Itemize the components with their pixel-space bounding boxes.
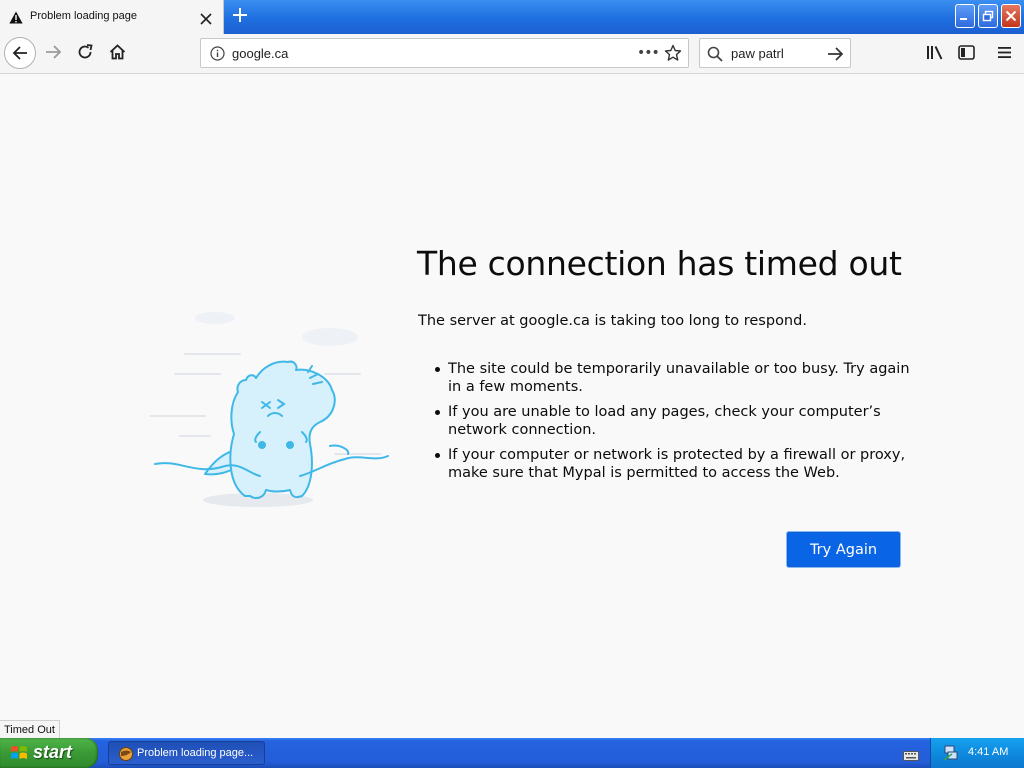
sidebar-toggle-icon[interactable] bbox=[958, 45, 975, 64]
url-text[interactable]: google.ca bbox=[232, 46, 288, 61]
start-label: start bbox=[33, 742, 73, 762]
browser-app-icon bbox=[118, 746, 134, 766]
info-icon[interactable] bbox=[210, 46, 225, 65]
bookmark-star-icon[interactable] bbox=[664, 44, 682, 66]
keyboard-icon[interactable] bbox=[903, 747, 919, 766]
start-button[interactable]: start bbox=[0, 738, 98, 768]
hamburger-menu-icon[interactable] bbox=[997, 45, 1012, 64]
minimize-button[interactable] bbox=[955, 4, 975, 28]
search-icon[interactable] bbox=[707, 46, 723, 66]
error-description: The server at google.ca is taking too lo… bbox=[418, 313, 807, 329]
taskbar-item-label: Problem loading page... bbox=[137, 747, 254, 759]
url-bar[interactable]: google.ca ••• bbox=[200, 38, 689, 68]
error-suggestions-list: The site could be temporarily unavailabl… bbox=[435, 360, 918, 489]
warning-icon bbox=[9, 9, 23, 28]
list-item: The site could be temporarily unavailabl… bbox=[435, 360, 918, 396]
close-window-button[interactable] bbox=[1001, 4, 1021, 28]
nav-toolbar: google.ca ••• paw patrl bbox=[0, 34, 1024, 74]
restore-button[interactable] bbox=[978, 4, 998, 28]
close-tab-icon[interactable] bbox=[200, 10, 212, 29]
page-actions-icon[interactable]: ••• bbox=[637, 45, 660, 61]
taskbar-item-browser[interactable]: Problem loading page... bbox=[108, 741, 265, 765]
error-title: The connection has timed out bbox=[417, 244, 902, 283]
search-query-text[interactable]: paw patrl bbox=[731, 46, 784, 61]
taskbar: start Problem loading page... 4:41 AM bbox=[0, 738, 1024, 768]
tab-title: Problem loading page bbox=[30, 10, 138, 22]
forward-icon[interactable] bbox=[45, 44, 62, 64]
list-item: If your computer or network is protected… bbox=[435, 446, 918, 482]
clock: 4:41 AM bbox=[968, 746, 1009, 758]
reload-icon[interactable] bbox=[77, 44, 93, 64]
search-bar[interactable]: paw patrl bbox=[699, 38, 851, 68]
new-tab-plus-icon[interactable] bbox=[232, 7, 248, 27]
back-button[interactable] bbox=[4, 37, 36, 69]
page-content: The connection has timed out The server … bbox=[0, 74, 1024, 720]
dinosaur-illustration bbox=[150, 312, 389, 507]
try-again-button[interactable]: Try Again bbox=[787, 532, 900, 567]
list-item: If you are unable to load any pages, che… bbox=[435, 403, 918, 439]
windows-flag-icon bbox=[10, 744, 28, 766]
tab-strip: Problem loading page bbox=[0, 0, 1024, 34]
status-text: Timed Out bbox=[0, 720, 60, 739]
network-icon[interactable] bbox=[943, 745, 959, 765]
search-go-arrow-icon[interactable] bbox=[827, 46, 844, 66]
home-icon[interactable] bbox=[109, 44, 126, 64]
library-icon[interactable] bbox=[926, 45, 943, 64]
system-tray: 4:41 AM bbox=[930, 738, 1024, 768]
tab-problem-loading[interactable]: Problem loading page bbox=[0, 0, 224, 34]
